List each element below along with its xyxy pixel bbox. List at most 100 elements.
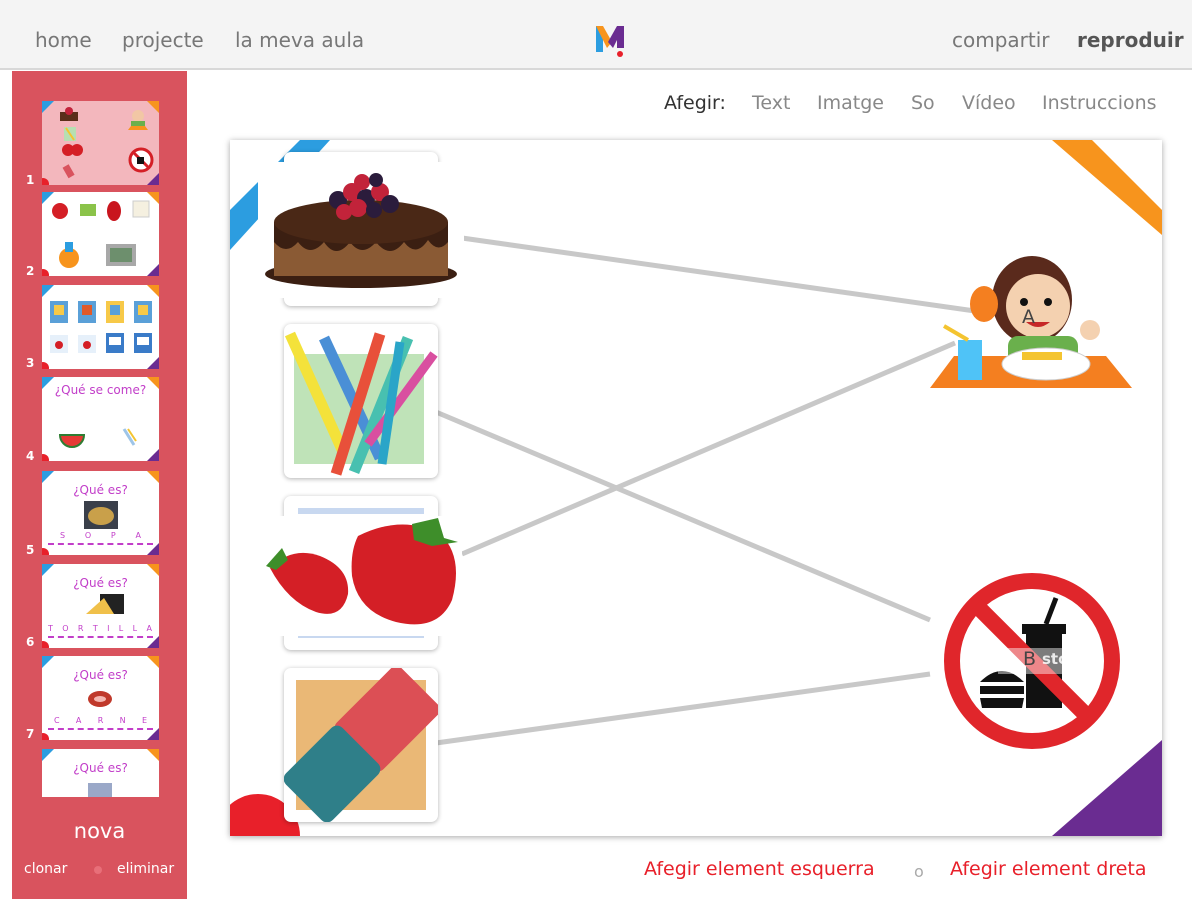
corner-decoration [42, 101, 54, 113]
add-instructions-button[interactable]: Instruccions [1042, 92, 1157, 114]
slide-title: ¿Qué es? [73, 668, 128, 682]
slides-sidebar: 1 2 3 4 ¿Qué se come? 5 ¿Qué es? S O P A… [12, 71, 187, 899]
slide-thumbnail-6[interactable]: ¿Qué es? TORTILLA [42, 564, 159, 648]
tape-icon [80, 204, 96, 216]
watermelon-icon [58, 434, 86, 448]
new-slide-button[interactable]: nova [12, 819, 187, 843]
add-left-element-button[interactable]: Afegir element esquerra [644, 858, 875, 880]
letter: T [48, 624, 54, 633]
slide-number: 6 [26, 635, 35, 649]
connection-line[interactable] [435, 409, 931, 623]
letter-blanks [48, 726, 153, 730]
lunchbox-icon [106, 244, 136, 266]
paper-icon [132, 200, 150, 218]
separator-dot [94, 866, 102, 874]
slide-thumbnail-3[interactable] [42, 285, 159, 369]
paperclip-icon [122, 428, 137, 446]
letter-blanks [48, 634, 153, 638]
corner-decoration [42, 656, 54, 668]
letter: A [75, 716, 83, 725]
delete-slide-button[interactable]: eliminar [117, 861, 174, 877]
clone-slide-button[interactable]: clonar [24, 861, 67, 877]
nav-my-classroom-link[interactable]: la meva aula [235, 28, 364, 52]
connection-line[interactable] [461, 235, 983, 315]
corner-decoration [42, 285, 54, 297]
top-navigation-bar: home projecte la meva aula compartir rep… [0, 0, 1192, 70]
word-letters: TORTILLA [48, 624, 153, 633]
share-link[interactable]: compartir [952, 28, 1050, 52]
slide-title: ¿Qué es? [73, 483, 128, 497]
right-item-label-b: B [1023, 648, 1037, 670]
add-sound-button[interactable]: So [911, 92, 935, 114]
add-video-button[interactable]: Vídeo [962, 92, 1016, 114]
slide-thumbnail-7[interactable]: ¿Qué es? C A R N E [42, 656, 159, 740]
slide-number: 3 [26, 356, 35, 370]
slide-canvas[interactable]: A B stock [230, 140, 1162, 836]
connection-line[interactable] [435, 671, 931, 746]
slide-thumbnail-4[interactable]: ¿Qué se come? [42, 377, 159, 461]
bottom-separator: o [914, 862, 924, 881]
letter: T [92, 624, 99, 633]
apple-icon [52, 203, 68, 219]
corner-decoration [147, 285, 159, 297]
letter: E [141, 716, 148, 725]
pepper-icon [107, 201, 121, 221]
logo-m-icon[interactable] [594, 22, 626, 58]
corner-decoration [42, 178, 49, 185]
word-letters: SOPA [60, 531, 142, 540]
strawberries-photo[interactable] [262, 516, 462, 636]
word-letters: CARNE [54, 716, 148, 725]
corner-decoration [147, 449, 159, 461]
bottle-icon [59, 242, 79, 268]
slide-number: 4 [26, 449, 35, 463]
letter: A [135, 531, 142, 540]
no-food-icon [128, 147, 154, 173]
corner-decoration [42, 641, 49, 648]
letter: S [60, 531, 67, 540]
corner-decoration [42, 733, 49, 740]
cake-image[interactable] [258, 162, 464, 298]
play-link[interactable]: reproduir [1077, 28, 1184, 52]
eraser-image [284, 668, 438, 822]
add-right-element-button[interactable]: Afegir element dreta [950, 858, 1147, 880]
left-item-card[interactable] [284, 324, 438, 478]
add-label: Afegir: [664, 92, 726, 114]
add-image-button[interactable]: Imatge [817, 92, 884, 114]
letter: A [146, 624, 153, 633]
corner-decoration [42, 749, 54, 761]
slide-number: 1 [26, 173, 35, 187]
letter: N [119, 716, 127, 725]
eraser-icon [62, 164, 75, 179]
slide-title: ¿Qué es? [73, 761, 128, 775]
slide-number: 7 [26, 727, 35, 741]
corner-decoration [147, 357, 159, 369]
boy-eating-icon [128, 110, 148, 130]
letter: L [132, 624, 139, 633]
corner-decoration [42, 269, 49, 276]
add-text-button[interactable]: Text [752, 92, 790, 114]
slide-thumbnail-8[interactable]: ¿Qué es? [42, 749, 159, 797]
corner-decoration [42, 362, 49, 369]
corner-decoration [42, 471, 54, 483]
left-item-card[interactable] [284, 668, 438, 822]
letter: O [62, 624, 70, 633]
watermark-text: stock [1042, 650, 1088, 668]
nav-home-link[interactable]: home [35, 28, 92, 52]
letter-blanks [48, 541, 153, 545]
corner-decoration [147, 564, 159, 576]
corner-decoration [147, 749, 159, 761]
slide-thumbnail-2[interactable] [42, 192, 159, 276]
milk-carton-icon [50, 333, 152, 353]
slide-number: 2 [26, 264, 35, 278]
soup-icon [84, 501, 118, 529]
connection-line[interactable] [461, 340, 956, 557]
pencils-icon [64, 127, 76, 141]
corner-decoration [42, 548, 49, 555]
slide-thumbnail-5[interactable]: ¿Qué es? S O P A [42, 471, 159, 555]
corner-decoration [147, 471, 159, 483]
right-item-label-a: A [1022, 306, 1035, 328]
corner-decoration [147, 264, 159, 276]
nav-project-link[interactable]: projecte [122, 28, 204, 52]
slide-thumbnail-1[interactable] [42, 101, 159, 185]
letter: I [107, 624, 111, 633]
